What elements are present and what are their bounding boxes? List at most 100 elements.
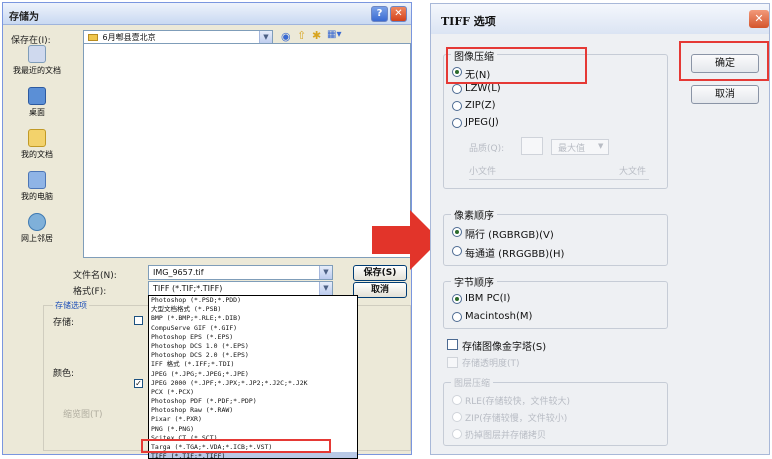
chevron-down-icon: ▼ bbox=[319, 282, 332, 295]
cancel-button[interactable]: 取消 bbox=[691, 85, 759, 104]
view-menu-icon[interactable]: ▦▾ bbox=[327, 29, 341, 40]
quality-slider-track[interactable] bbox=[469, 179, 649, 180]
format-option[interactable]: 大型文档格式 (*.PSB) bbox=[149, 305, 357, 314]
format-option[interactable]: IFF 格式 (*.IFF;*.TDI) bbox=[149, 360, 357, 369]
format-option[interactable]: Photoshop EPS (*.EPS) bbox=[149, 333, 357, 342]
save-in-value: 6月郫县壹北京 bbox=[102, 33, 156, 42]
save-options-title: 存储选项 bbox=[53, 300, 89, 311]
recent-documents-icon bbox=[28, 45, 46, 63]
folder-icon bbox=[88, 34, 98, 41]
desktop-icon bbox=[28, 87, 46, 105]
place-recent[interactable]: 我最近的文档 bbox=[7, 45, 67, 85]
format-option[interactable]: BMP (*.BMP;*.RLE;*.DIB) bbox=[149, 314, 357, 323]
arrow-shaft bbox=[372, 226, 412, 254]
format-option[interactable]: Pixar (*.PXR) bbox=[149, 415, 357, 424]
close-button[interactable]: ✕ bbox=[390, 6, 407, 22]
format-option[interactable]: TIFF (*.TIF;*.TIFF) bbox=[149, 452, 357, 458]
format-option[interactable]: CompuServe GIF (*.GIF) bbox=[149, 324, 357, 333]
place-label: 我的文档 bbox=[21, 150, 53, 159]
quality-label: 品质(Q): bbox=[469, 144, 505, 154]
radio-button[interactable] bbox=[452, 246, 462, 256]
quality-value: 最大值 bbox=[558, 144, 586, 154]
filename-input[interactable]: IMG_9657.tif ▼ bbox=[148, 265, 333, 280]
place-label: 我最近的文档 bbox=[13, 66, 61, 75]
network-places-icon bbox=[28, 213, 46, 231]
place-label: 桌面 bbox=[29, 108, 45, 117]
place-desktop[interactable]: 桌面 bbox=[7, 87, 67, 127]
format-option[interactable]: PNG (*.PNG) bbox=[149, 425, 357, 434]
radio-button[interactable] bbox=[452, 227, 462, 237]
cancel-button[interactable]: 取消 bbox=[353, 282, 407, 298]
pixel-order-title: 像素顺序 bbox=[451, 207, 497, 222]
radio-button[interactable] bbox=[452, 84, 462, 94]
format-option[interactable]: JPEG (*.JPG;*.JPEG;*.JPE) bbox=[149, 370, 357, 379]
format-dropdown-list[interactable]: Photoshop (*.PSD;*.PDD) 大型文档格式 (*.PSB) BMP… bbox=[148, 295, 358, 459]
radio-button[interactable] bbox=[452, 429, 462, 439]
quality-dropdown[interactable]: 最大值 ▼ bbox=[551, 139, 609, 155]
new-folder-icon[interactable]: ✱ bbox=[312, 29, 321, 42]
tiff-titlebar: TIFF 选项 ✕ bbox=[431, 4, 769, 34]
format-label: 格式(F): bbox=[73, 287, 107, 297]
format-dropdown[interactable]: TIFF (*.TIF;*.TIFF) ▼ bbox=[148, 281, 333, 296]
color-checkbox[interactable]: ✓ bbox=[134, 379, 143, 388]
format-value: TIFF (*.TIF;*.TIFF) bbox=[153, 284, 223, 293]
place-label: 网上邻居 bbox=[21, 234, 53, 243]
selected-format-highlight bbox=[141, 439, 331, 453]
radio-button[interactable] bbox=[452, 312, 462, 322]
large-file-label: 大文件 bbox=[619, 167, 647, 177]
ok-highlight bbox=[679, 41, 769, 81]
save-transparency-label: 存储透明度(T) bbox=[462, 359, 520, 369]
byte-order-title: 字节顺序 bbox=[451, 274, 497, 289]
color-label: 颜色: bbox=[53, 369, 75, 379]
save-label: 存储: bbox=[53, 318, 75, 328]
save-transparency-checkbox[interactable] bbox=[447, 357, 458, 368]
format-option[interactable]: PCX (*.PCX) bbox=[149, 388, 357, 397]
option-label: JPEG(J) bbox=[465, 117, 499, 128]
save-pyramid-label: 存储图像金字塔(S) bbox=[462, 342, 547, 353]
radio-button[interactable] bbox=[452, 294, 462, 304]
radio-button[interactable] bbox=[452, 118, 462, 128]
format-option[interactable]: Photoshop (*.PSD;*.PDD) bbox=[149, 296, 357, 305]
option-label: 隔行 (RGBRGB)(V) bbox=[465, 230, 554, 241]
place-network[interactable]: 网上邻居 bbox=[7, 213, 67, 253]
place-label: 我的电脑 bbox=[21, 192, 53, 201]
chevron-down-icon: ▼ bbox=[598, 142, 604, 150]
place-my-computer[interactable]: 我的电脑 bbox=[7, 171, 67, 211]
place-my-documents[interactable]: 我的文档 bbox=[7, 129, 67, 169]
save-pyramid-checkbox[interactable] bbox=[447, 339, 458, 350]
format-option[interactable]: Photoshop DCS 2.0 (*.EPS) bbox=[149, 351, 357, 360]
option-label: 每通道 (RRGGBB)(H) bbox=[465, 249, 565, 260]
quality-input[interactable] bbox=[521, 137, 543, 155]
format-option[interactable]: JPEG 2000 (*.JPF;*.JPX;*.JP2;*.J2C;*.J2K bbox=[149, 379, 357, 388]
my-documents-icon bbox=[28, 129, 46, 147]
layer-compression-title: 图层压缩 bbox=[451, 376, 494, 389]
option-label: LZW(L) bbox=[465, 83, 501, 94]
radio-button[interactable] bbox=[452, 412, 462, 422]
save-as-dialog: 存储为 ? ✕ 保存在(I): 6月郫县壹北京 ▼ ◉ ⇧ ✱ ▦▾ 我最近的文… bbox=[2, 2, 412, 459]
format-option[interactable]: Photoshop Raw (*.RAW) bbox=[149, 406, 357, 415]
tiff-options-dialog: TIFF 选项 ✕ 图像压缩 无(N) LZW(L) ZIP(Z) JPEG(J… bbox=[430, 3, 770, 455]
save-button[interactable]: 保存(S) bbox=[353, 265, 407, 281]
option-checkbox[interactable] bbox=[134, 316, 143, 325]
option-label: 扔掉图层并存储拷贝 bbox=[465, 431, 547, 441]
radio-button[interactable] bbox=[452, 395, 462, 405]
filename-value: IMG_9657.tif bbox=[153, 268, 204, 277]
filename-label: 文件名(N): bbox=[73, 271, 117, 281]
option-label: ZIP(存储较慢，文件较小) bbox=[465, 414, 568, 424]
save-as-title: 存储为 bbox=[9, 12, 39, 23]
option-label: RLE(存储较快，文件较大) bbox=[465, 397, 570, 407]
back-icon[interactable]: ◉ bbox=[281, 30, 291, 43]
close-icon[interactable]: ✕ bbox=[749, 10, 769, 28]
format-option[interactable]: Photoshop DCS 1.0 (*.EPS) bbox=[149, 342, 357, 351]
file-list[interactable] bbox=[83, 43, 411, 258]
help-button[interactable]: ? bbox=[371, 6, 388, 22]
thumbnail-label: 缩览图(T) bbox=[63, 410, 103, 420]
save-as-titlebar: 存储为 ? ✕ bbox=[3, 3, 411, 25]
my-computer-icon bbox=[28, 171, 46, 189]
chevron-down-icon: ▼ bbox=[319, 266, 332, 279]
up-folder-icon[interactable]: ⇧ bbox=[297, 29, 306, 42]
format-option[interactable]: Photoshop PDF (*.PDF;*.PDP) bbox=[149, 397, 357, 406]
radio-button[interactable] bbox=[452, 101, 462, 111]
compression-highlight bbox=[446, 47, 587, 84]
small-file-label: 小文件 bbox=[469, 167, 497, 177]
